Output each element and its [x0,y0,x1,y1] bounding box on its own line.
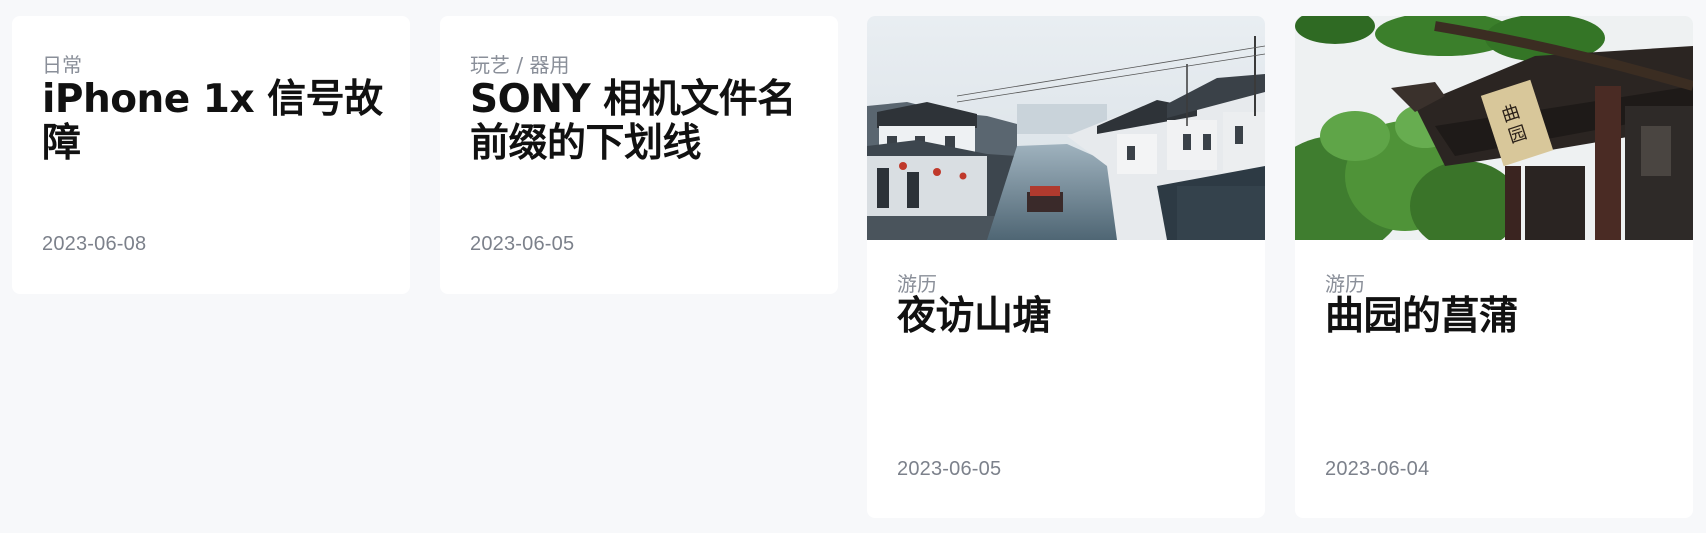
post-date: 2023-06-08 [42,233,147,255]
post-date: 2023-06-04 [1325,458,1430,480]
post-category[interactable]: 游历 [897,268,937,297]
post-category[interactable]: 日常 [42,49,82,78]
post-date: 2023-06-05 [897,458,1002,480]
card-body: 游历 曲园的菖蒲 2023-06-04 [1325,240,1669,518]
post-card[interactable]: 游历 夜访山塘 2023-06-05 [867,16,1265,518]
pavilion-eaves-photo[interactable]: 曲 园 [1295,16,1693,240]
card-body: 游历 夜访山塘 2023-06-05 [897,240,1241,518]
post-title[interactable]: SONY 相机文件名前缀的下划线 [470,78,814,166]
card-body: 日常 iPhone 1x 信号故障 2023-06-08 [42,16,386,294]
post-title[interactable]: 曲园的菖蒲 [1325,295,1669,339]
post-title[interactable]: iPhone 1x 信号故障 [42,78,386,166]
canal-town-photo[interactable] [867,16,1265,240]
post-card[interactable]: 日常 iPhone 1x 信号故障 2023-06-08 [12,16,410,294]
post-date: 2023-06-05 [470,233,575,255]
post-title[interactable]: 夜访山塘 [897,295,1241,339]
card-body: 玩艺 / 器用 SONY 相机文件名前缀的下划线 2023-06-05 [470,16,814,294]
post-category[interactable]: 游历 [1325,268,1365,297]
post-card[interactable]: 曲 园 游历 曲园的菖蒲 2023-06-04 [1295,16,1693,518]
post-card[interactable]: 玩艺 / 器用 SONY 相机文件名前缀的下划线 2023-06-05 [440,16,838,294]
post-category[interactable]: 玩艺 / 器用 [470,49,569,78]
post-grid: 日常 iPhone 1x 信号故障 2023-06-08 玩艺 / 器用 SON… [0,0,1706,533]
